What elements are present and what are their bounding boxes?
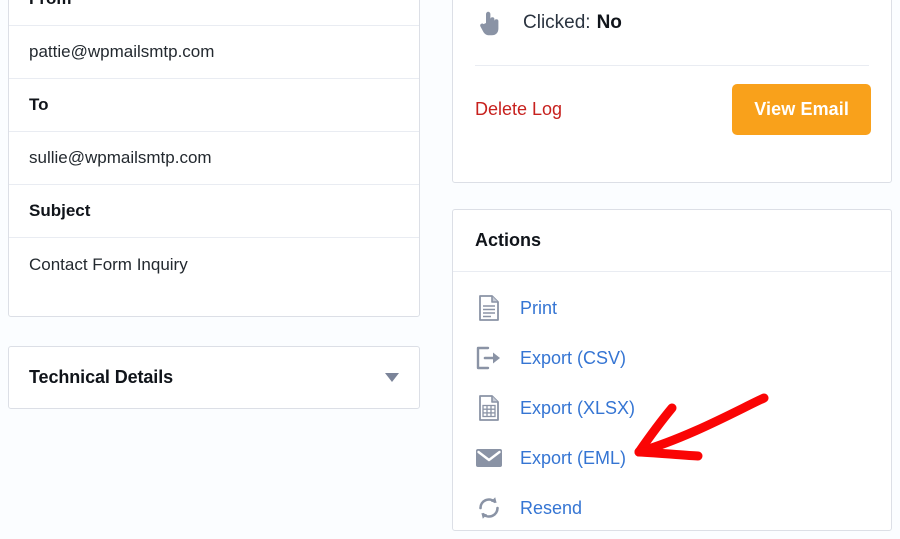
status-actions-row: Delete Log View Email [453, 66, 891, 155]
action-item-label: Export (XLSX) [520, 397, 636, 418]
meta-row-to-label: To [9, 79, 419, 132]
view-email-button[interactable]: View Email [732, 84, 871, 135]
export-box-arrow-icon [475, 346, 503, 370]
action-item-export-xlsx[interactable]: Export (XLSX) [453, 383, 891, 433]
meta-row-to-value: sullie@wpmailsmtp.com [9, 132, 419, 185]
envelope-icon [475, 447, 503, 469]
status-label: Clicked: [523, 12, 591, 33]
actions-list: Print Export (CSV) Export (XLSX) Export … [453, 272, 891, 533]
meta-row-from-value: pattie@wpmailsmtp.com [9, 26, 419, 79]
meta-row-subject-label: Subject [9, 185, 419, 238]
email-log-detail-screen: From pattie@wpmailsmtp.com To sullie@wpm… [0, 0, 900, 539]
status-item-clicked: Clicked: No [475, 0, 869, 47]
meta-row-from-label: From [9, 0, 419, 26]
technical-details-title: Technical Details [29, 367, 174, 387]
meta-row-subject-value: Contact Form Inquiry [9, 238, 419, 291]
action-item-label: Export (EML) [520, 447, 627, 468]
action-item-export-eml[interactable]: Export (EML) [453, 433, 891, 483]
action-item-resend[interactable]: Resend [453, 483, 891, 533]
spreadsheet-icon [475, 395, 503, 421]
delete-log-link[interactable]: Delete Log [475, 99, 562, 120]
technical-details-accordion[interactable]: Technical Details [8, 346, 420, 409]
status-text-clicked: Clicked: No [523, 12, 622, 34]
actions-panel: Actions Print Export (CSV) Export (XLSX)… [452, 209, 892, 531]
meta-label-text: To [29, 95, 49, 114]
email-status-panel: Opened: Yes Clicked: No Delete Log View [452, 0, 892, 183]
meta-value-text: pattie@wpmailsmtp.com [29, 42, 215, 61]
status-list: Opened: Yes Clicked: No [453, 0, 891, 61]
action-item-label: Resend [520, 497, 583, 518]
meta-value-text: Contact Form Inquiry [29, 254, 188, 274]
status-value: No [596, 12, 622, 33]
meta-label-text: Subject [29, 201, 91, 220]
action-item-print[interactable]: Print [453, 283, 891, 333]
chevron-down-icon[interactable] [385, 373, 399, 382]
action-item-label: Print [520, 297, 558, 318]
pointing-hand-icon [475, 10, 505, 36]
action-item-export-csv[interactable]: Export (CSV) [453, 333, 891, 383]
actions-panel-header: Actions [453, 210, 891, 272]
action-item-label: Export (CSV) [520, 347, 627, 368]
meta-label-text: From [29, 0, 72, 9]
document-print-icon [475, 295, 503, 321]
email-meta-panel: From pattie@wpmailsmtp.com To sullie@wpm… [8, 0, 420, 317]
actions-panel-title: Actions [475, 230, 542, 250]
meta-value-text: sullie@wpmailsmtp.com [29, 148, 212, 167]
refresh-sync-icon [475, 496, 503, 520]
